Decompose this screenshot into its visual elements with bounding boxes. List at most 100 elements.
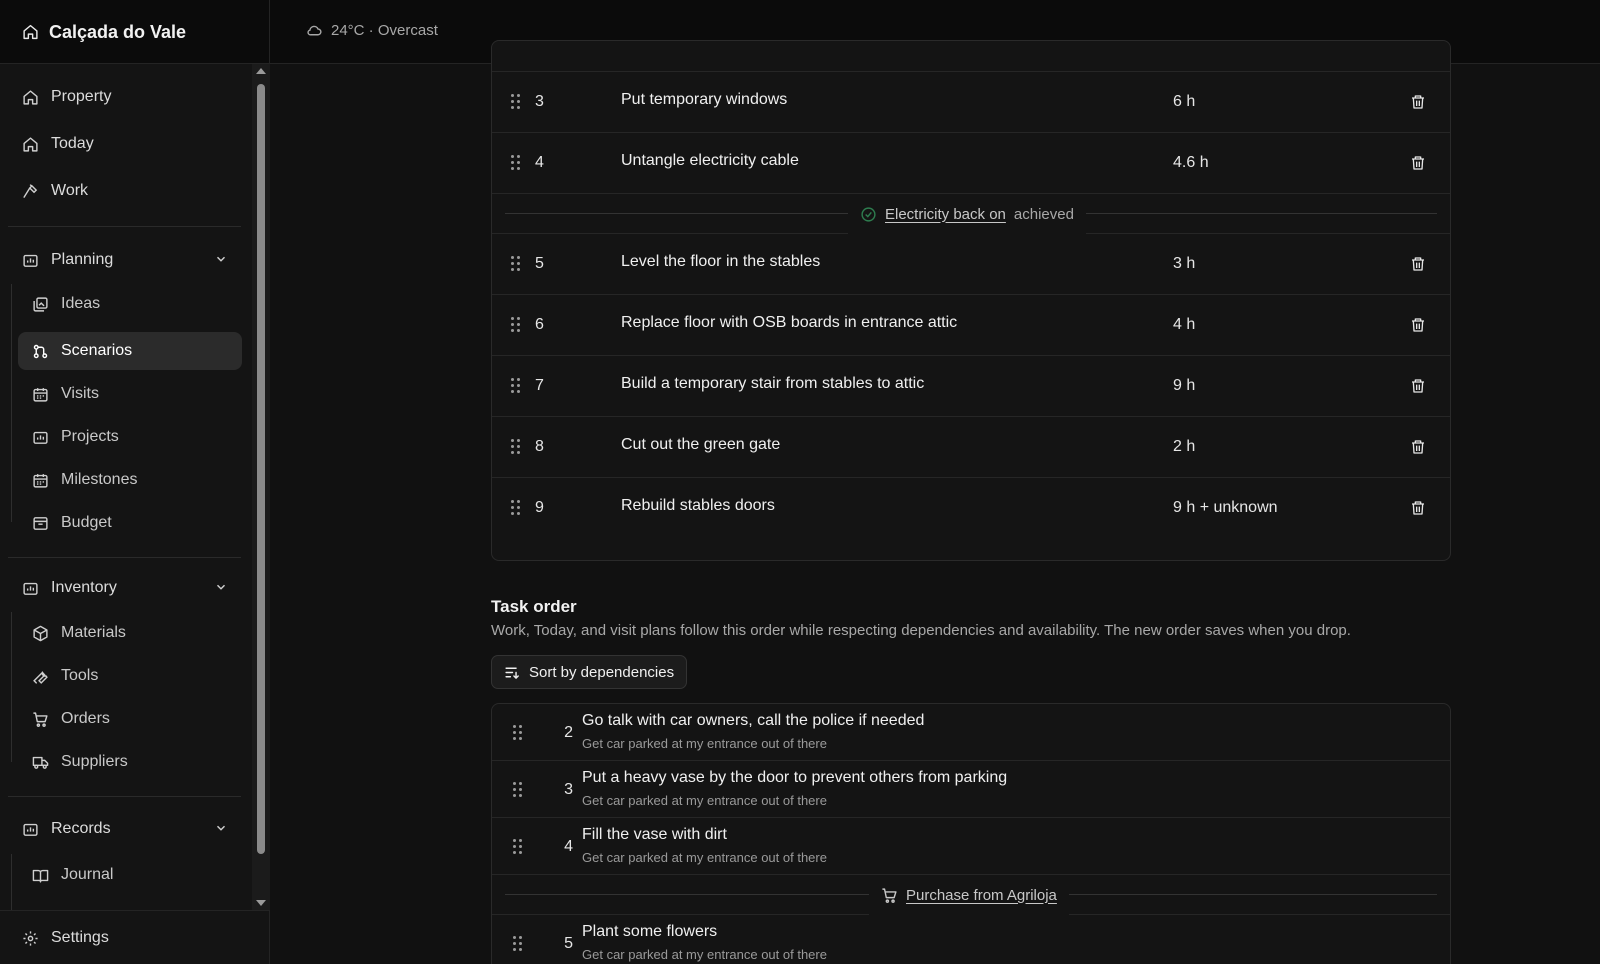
task-hours: 4 h bbox=[1173, 316, 1196, 333]
brand[interactable]: Calçada do Vale bbox=[0, 0, 270, 64]
drag-handle-icon[interactable] bbox=[511, 500, 523, 516]
wrench-icon bbox=[33, 670, 48, 684]
sidebar-item-work[interactable]: Work bbox=[18, 172, 242, 210]
sidebar-scrollbar[interactable] bbox=[252, 64, 270, 910]
scroll-up-arrow-icon[interactable] bbox=[256, 68, 266, 74]
task-number: 9 bbox=[535, 499, 544, 516]
order-task-title: Go talk with car owners, call the police… bbox=[582, 712, 925, 729]
drag-handle-icon[interactable] bbox=[511, 378, 523, 394]
sidebar-item-label: Suppliers bbox=[61, 753, 128, 770]
weather-status: 24°C · Overcast bbox=[306, 0, 438, 60]
sidebar-item-label: Journal bbox=[61, 866, 114, 883]
drag-handle-icon[interactable] bbox=[513, 782, 525, 798]
chart-folder-icon bbox=[23, 254, 38, 267]
table-row[interactable]: 5 Level the floor in the stables 3 h bbox=[492, 234, 1450, 295]
task-name: Level the floor in the stables bbox=[621, 253, 821, 270]
drag-handle-icon[interactable] bbox=[513, 936, 525, 952]
sidebar-group-records[interactable]: Records bbox=[18, 810, 242, 848]
task-hours: 9 h bbox=[1173, 377, 1196, 394]
milestone-divider: Electricity back on achieved bbox=[492, 194, 1450, 234]
sidebar-item-ideas[interactable]: Ideas bbox=[18, 285, 242, 323]
drag-handle-icon[interactable] bbox=[513, 839, 525, 855]
sidebar-item-milestones[interactable]: Milestones bbox=[18, 461, 242, 499]
drag-handle-icon[interactable] bbox=[511, 256, 523, 272]
sidebar-item-tools[interactable]: Tools bbox=[18, 657, 242, 695]
sidebar-item-settings[interactable]: Settings bbox=[18, 919, 242, 957]
task-hours: 9 h + unknown bbox=[1173, 499, 1278, 516]
sidebar-item-projects[interactable]: Projects bbox=[18, 418, 242, 456]
sidebar-item-today[interactable]: Today bbox=[18, 125, 242, 163]
truck-icon bbox=[32, 756, 49, 769]
book-icon bbox=[32, 869, 49, 883]
trash-icon[interactable] bbox=[1410, 438, 1426, 456]
drag-handle-icon[interactable] bbox=[513, 725, 525, 741]
sidebar-item-materials[interactable]: Materials bbox=[18, 614, 242, 652]
order-task-project: Get car parked at my entrance out of the… bbox=[582, 947, 827, 962]
sidebar-item-suppliers[interactable]: Suppliers bbox=[18, 743, 242, 781]
trash-icon[interactable] bbox=[1410, 154, 1426, 172]
sort-by-dependencies-button[interactable]: Sort by dependencies bbox=[491, 655, 688, 689]
table-row[interactable]: 9 Rebuild stables doors 9 h + unknown bbox=[492, 478, 1450, 539]
milestone-label: Electricity back on achieved bbox=[848, 194, 1086, 234]
section-title: Task order bbox=[491, 597, 577, 616]
chevron-down-icon bbox=[216, 256, 226, 262]
table-row[interactable]: 7 Build a temporary stair from stables t… bbox=[492, 356, 1450, 417]
sort-icon bbox=[505, 667, 519, 679]
order-task-project: Get car parked at my entrance out of the… bbox=[582, 793, 827, 808]
table-row[interactable]: 4 Untangle electricity cable 4.6 h bbox=[492, 133, 1450, 194]
scroll-down-arrow-icon[interactable] bbox=[256, 900, 266, 906]
sidebar-item-label: Scenarios bbox=[61, 342, 133, 359]
calendar-icon bbox=[33, 473, 48, 488]
sidebar-item-label: Materials bbox=[61, 624, 126, 641]
list-item[interactable]: 4 Fill the vase with dirt Get car parked… bbox=[492, 818, 1450, 875]
sidebar-item-label: Projects bbox=[61, 428, 119, 445]
task-number: 5 bbox=[535, 255, 544, 272]
gear-icon bbox=[23, 930, 38, 946]
sidebar-group-inventory[interactable]: Inventory bbox=[18, 569, 242, 607]
sidebar-item-journal[interactable]: Journal bbox=[18, 856, 242, 894]
list-item[interactable]: 2 Go talk with car owners, call the poli… bbox=[492, 704, 1450, 761]
order-number: 3 bbox=[564, 781, 573, 798]
task-name: Untangle electricity cable bbox=[621, 152, 799, 169]
section-description: Work, Today, and visit plans follow this… bbox=[491, 622, 1351, 639]
drag-handle-icon[interactable] bbox=[511, 94, 523, 110]
sidebar-group-planning[interactable]: Planning bbox=[18, 241, 242, 279]
milestone-link[interactable]: Electricity back on bbox=[885, 206, 1006, 223]
sidebar-item-visits[interactable]: Visits bbox=[18, 375, 242, 413]
sidebar-item-scenarios[interactable]: Scenarios bbox=[18, 332, 242, 370]
list-item[interactable]: 3 Put a heavy vase by the door to preven… bbox=[492, 761, 1450, 818]
task-order-list: 2 Go talk with car owners, call the poli… bbox=[491, 703, 1451, 964]
task-name: Put temporary windows bbox=[621, 91, 788, 108]
sidebar-item-budget[interactable]: Budget bbox=[18, 504, 242, 542]
sidebar-subline bbox=[11, 284, 12, 522]
drag-handle-icon[interactable] bbox=[511, 439, 523, 455]
chart-folder-icon bbox=[33, 431, 48, 444]
order-task-project: Get car parked at my entrance out of the… bbox=[582, 736, 827, 751]
order-number: 5 bbox=[564, 935, 573, 952]
trash-icon[interactable] bbox=[1410, 377, 1426, 395]
sidebar-item-label: Visits bbox=[61, 385, 99, 402]
sidebar-item-label: Today bbox=[51, 135, 94, 152]
table-row[interactable]: 6 Replace floor with OSB boards in entra… bbox=[492, 295, 1450, 356]
trash-icon[interactable] bbox=[1410, 499, 1426, 517]
git-branch-icon bbox=[33, 344, 48, 358]
trash-icon[interactable] bbox=[1410, 255, 1426, 273]
task-number: 6 bbox=[535, 316, 544, 333]
table-row[interactable]: 8 Cut out the green gate 2 h bbox=[492, 417, 1450, 478]
cart-icon bbox=[882, 887, 897, 903]
scrollbar-thumb[interactable] bbox=[257, 84, 265, 854]
purchase-label: Purchase from Agriloja bbox=[869, 875, 1069, 915]
drag-handle-icon[interactable] bbox=[511, 155, 523, 171]
table-row[interactable] bbox=[492, 41, 1450, 72]
sidebar-group-label: Records bbox=[51, 820, 111, 837]
cart-icon bbox=[33, 711, 48, 727]
sidebar-item-property[interactable]: Property bbox=[18, 78, 242, 116]
list-item[interactable]: 5 Plant some flowers Get car parked at m… bbox=[492, 915, 1450, 964]
table-row[interactable]: 3 Put temporary windows 6 h bbox=[492, 72, 1450, 133]
sidebar-item-orders[interactable]: Orders bbox=[18, 700, 242, 738]
task-name: Replace floor with OSB boards in entranc… bbox=[621, 314, 958, 331]
trash-icon[interactable] bbox=[1410, 316, 1426, 334]
purchase-link[interactable]: Purchase from Agriloja bbox=[906, 887, 1057, 904]
drag-handle-icon[interactable] bbox=[511, 317, 523, 333]
trash-icon[interactable] bbox=[1410, 93, 1426, 111]
